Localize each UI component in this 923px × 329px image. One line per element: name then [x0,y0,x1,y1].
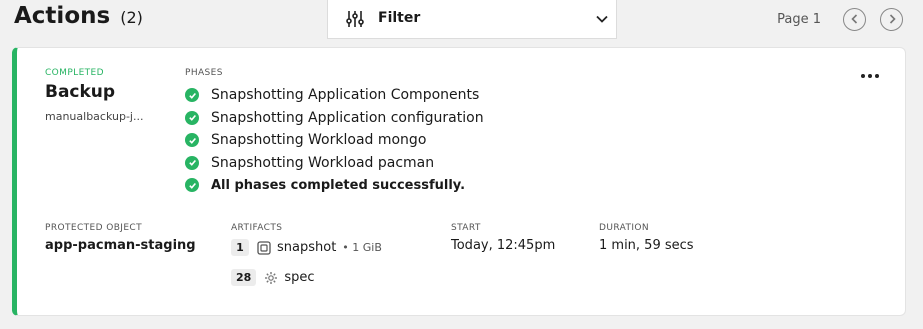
phase-text: Snapshotting Workload pacman [211,154,435,171]
phase-item: Snapshotting Application Components [185,84,484,107]
duration-value: 1 min, 59 secs [599,238,694,253]
phase-text: Snapshotting Application Components [211,87,480,104]
actions-header: Actions (2) Filter Page 1 [0,0,923,40]
phase-summary: All phases completed successfully. [185,174,484,197]
check-circle-icon [185,178,199,193]
phase-item: Snapshotting Workload mongo [185,129,484,152]
protected-object-value[interactable]: app-pacman-staging [45,238,196,253]
phase-text: Snapshotting Workload mongo [211,132,427,149]
dot [868,74,872,78]
phases-list: Snapshotting Application Components Snap… [185,84,484,197]
title-text: Actions [14,3,111,29]
artifact-count: 1 [231,239,249,256]
phase-text: Snapshotting Application configuration [211,109,484,126]
gear-icon [265,271,278,284]
status-badge: COMPLETED [45,68,104,78]
next-page-button[interactable] [880,7,903,31]
protected-object-label: PROTECTED OBJECT [45,223,142,233]
artifact-size: • 1 GiB [342,241,382,254]
check-circle-icon [185,110,199,125]
artifact-item-spec[interactable]: 28 spec [231,269,314,286]
artifact-name: snapshot [277,240,337,255]
snapshot-icon [257,240,271,255]
filter-dropdown[interactable]: Filter [327,0,617,39]
artifact-item-snapshot[interactable]: 1 snapshot • 1 GiB [231,239,382,256]
artifacts-label: ARTIFACTS [231,223,283,233]
chevron-down-icon [596,15,608,23]
filter-label: Filter [378,10,421,26]
more-options-button[interactable] [857,70,883,82]
start-value: Today, 12:45pm [451,238,556,253]
artifact-name: spec [284,270,315,285]
check-circle-icon [185,133,199,148]
phase-item: Snapshotting Application configuration [185,107,484,130]
phase-item: Snapshotting Workload pacman [185,152,484,175]
action-card[interactable]: COMPLETED Backup manualbackup-j... PHASE… [12,47,906,316]
chevron-left-icon [850,14,857,24]
page-label: Page 1 [777,11,821,27]
dot [875,74,879,78]
dot [861,74,865,78]
pagination: Page 1 [777,7,903,31]
sliders-icon [346,11,364,27]
action-type: Backup [45,82,116,102]
check-circle-icon [185,155,199,170]
artifact-count: 28 [231,269,257,286]
page-title: Actions (2) [14,3,143,29]
check-circle-icon [185,88,199,103]
actions-count: (2) [120,8,143,27]
action-name: manualbackup-j... [45,110,144,123]
phases-label: PHASES [185,68,223,78]
start-label: START [451,223,481,233]
duration-label: DURATION [599,223,650,233]
previous-page-button[interactable] [843,7,866,31]
chevron-right-icon [889,14,896,24]
phase-summary-text: All phases completed successfully. [211,177,466,193]
